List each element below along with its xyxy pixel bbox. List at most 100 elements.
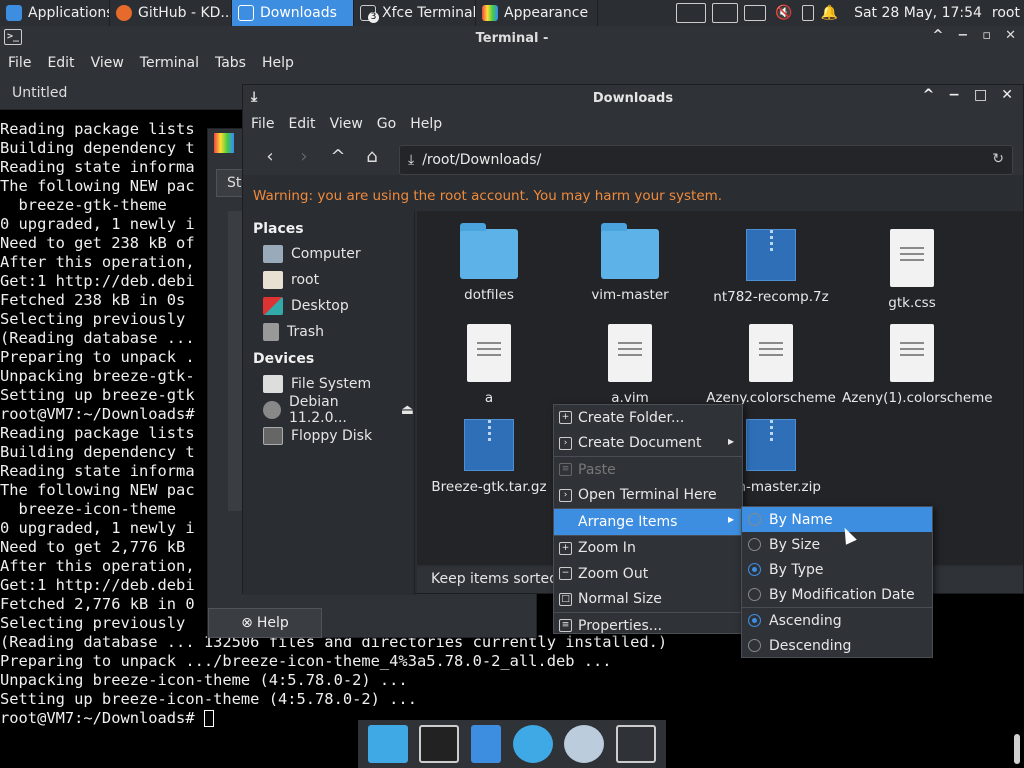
menu-go[interactable]: Go [377, 116, 396, 132]
applications-label: Applications [28, 5, 110, 21]
file-item[interactable]: a [419, 324, 559, 407]
location-download-icon: ⤓ [408, 152, 415, 168]
menu-edit[interactable]: Edit [47, 55, 74, 71]
shade-icon[interactable]: ^ [923, 87, 935, 103]
task-downloads[interactable]: Downloads [232, 0, 354, 26]
task-count-badge: 3 [368, 12, 379, 23]
minimize-icon[interactable]: − [948, 87, 960, 103]
menu-help[interactable]: Help [410, 116, 442, 132]
menu-item-normal-size[interactable]: □ Normal Size [554, 587, 742, 613]
battery-icon[interactable] [801, 5, 814, 21]
radio-checked-icon [748, 563, 761, 576]
file-name: nt782-recomp.7z [713, 289, 829, 305]
maximize-icon[interactable]: □ [974, 87, 987, 103]
file-item[interactable]: dotfiles [419, 223, 559, 304]
sidebar-item-debian-disc[interactable]: Debian 11.2.0... ⏏ [243, 394, 414, 426]
terminal-titlebar[interactable]: >_ Terminal - ^ − ▫ ✕ [0, 26, 1024, 50]
file-manager-launcher-icon[interactable] [616, 725, 657, 763]
menu-item-open-terminal-here[interactable]: › Open Terminal Here [554, 483, 742, 509]
search-launcher-icon[interactable] [564, 725, 605, 763]
sidebar-item-root[interactable]: root [243, 267, 414, 293]
sidebar-item-desktop[interactable]: Desktop [243, 293, 414, 319]
maximize-up-icon[interactable]: ^ [932, 28, 943, 43]
home-folder-icon [263, 271, 283, 289]
task-firefox[interactable]: GitHub - KD... [110, 0, 232, 26]
file-item[interactable]: nt782-recomp.7z [701, 229, 841, 306]
menu-item-paste[interactable]: ≡ Paste [554, 457, 742, 483]
menu-help[interactable]: Help [262, 55, 294, 71]
close-icon[interactable]: ✕ [1001, 87, 1013, 103]
file-item[interactable]: a.vim [560, 324, 700, 407]
menu-view[interactable]: View [330, 116, 363, 132]
text-file-icon [890, 324, 934, 382]
sidebar-item-floppy[interactable]: Floppy Disk [243, 423, 414, 449]
sort-by-modification-date[interactable]: By Modification Date [742, 582, 932, 607]
sort-by-name[interactable]: By Name [742, 507, 932, 532]
terminal-tab[interactable]: Untitled [12, 85, 67, 101]
help-button[interactable]: ⊗ Help [208, 608, 322, 638]
menu-file[interactable]: File [8, 55, 31, 71]
task-terminal[interactable]: 3 Xfce Terminal [354, 0, 476, 26]
menu-file[interactable]: File [251, 116, 274, 132]
menu-view[interactable]: View [91, 55, 124, 71]
menu-item-create-document[interactable]: › Create Document ▸ [554, 431, 742, 457]
task-label: Appearance [504, 5, 589, 21]
user-label[interactable]: root [992, 5, 1020, 21]
radio-icon [748, 639, 761, 652]
eject-icon[interactable]: ⏏ [401, 402, 414, 418]
notification-bell-icon[interactable]: 🔔 [821, 5, 838, 21]
home-button[interactable]: ⌂ [355, 146, 389, 167]
workspace-2-icon[interactable] [712, 3, 739, 23]
order-ascending[interactable]: Ascending [742, 608, 932, 633]
menu-item-create-folder[interactable]: + Create Folder... [554, 405, 742, 431]
sort-by-type[interactable]: By Type [742, 557, 932, 582]
menu-item-label: Zoom Out [578, 565, 649, 582]
menu-edit[interactable]: Edit [288, 116, 315, 132]
order-descending[interactable]: Descending [742, 633, 932, 658]
menu-tabs[interactable]: Tabs [215, 55, 246, 71]
menu-terminal[interactable]: Terminal [140, 55, 199, 71]
back-button[interactable]: ‹ [253, 146, 287, 167]
volume-muted-icon[interactable]: 🔇 [775, 5, 792, 21]
forward-button[interactable]: › [287, 146, 321, 167]
menu-item-arrange-items[interactable]: Arrange Items ▸ [554, 509, 742, 535]
sidebar-item-trash[interactable]: Trash [243, 319, 414, 345]
task-appearance[interactable]: Appearance [476, 0, 598, 26]
location-bar[interactable]: ⤓ /root/Downloads/ ↻ [399, 145, 1013, 175]
sidebar-item-computer[interactable]: Computer [243, 241, 414, 267]
terminal-scrollbar[interactable] [1014, 734, 1020, 764]
file-manager-titlebar[interactable]: ⤓ Downloads ^ − □ ✕ [243, 85, 1023, 111]
applications-menu-button[interactable]: Applications ☰ [0, 0, 110, 26]
task-label: GitHub - KD... [138, 5, 232, 21]
desktop-icon [263, 297, 283, 315]
close-icon[interactable]: ✕ [1005, 28, 1016, 43]
network-icon[interactable] [744, 5, 767, 21]
file-item[interactable]: vim-master [560, 223, 700, 304]
archive-launcher-icon[interactable] [471, 725, 502, 763]
radio-icon [748, 538, 761, 551]
file-item[interactable]: Azeny.colorscheme [701, 324, 841, 407]
text-file-icon [890, 229, 934, 287]
reload-icon[interactable]: ↻ [992, 151, 1004, 167]
text-file-icon [467, 324, 511, 382]
menu-item-properties[interactable]: ≡ Properties... [554, 613, 742, 639]
menu-item-zoom-out[interactable]: − Zoom Out [554, 561, 742, 587]
file-item[interactable]: Azeny(1).colorscheme [842, 324, 993, 407]
sort-by-size[interactable]: By Size [742, 532, 932, 557]
workspace-1-icon[interactable] [676, 3, 707, 23]
up-button[interactable]: ^ [321, 146, 355, 167]
archive-icon [746, 419, 796, 471]
file-item[interactable]: Breeze-gtk.tar.gz [419, 419, 559, 496]
terminal-launcher-icon[interactable] [419, 725, 460, 763]
trash-icon [263, 323, 279, 341]
minimize-icon[interactable]: − [957, 28, 968, 43]
show-desktop-icon[interactable] [367, 725, 408, 763]
file-name: a [484, 390, 494, 406]
sort-by-name-label: By Name [769, 511, 833, 528]
restore-icon[interactable]: ▫ [982, 28, 991, 43]
clock[interactable]: Sat 28 May, 17:54 [854, 5, 982, 21]
web-browser-icon[interactable] [512, 725, 553, 763]
file-item[interactable]: gtk.css [842, 229, 982, 312]
appearance-icon [482, 5, 498, 21]
menu-item-zoom-in[interactable]: + Zoom In [554, 536, 742, 562]
